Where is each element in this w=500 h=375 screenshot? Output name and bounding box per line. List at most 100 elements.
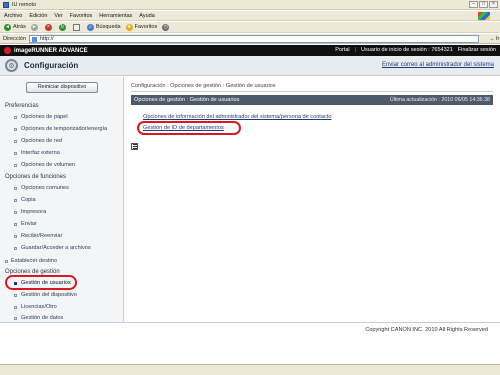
highlight-oval-user-management <box>5 275 77 290</box>
section-title: Opciones de gestión : Gestión de usuario… <box>134 97 240 103</box>
sidebar-item-send[interactable]: Enviar <box>14 221 37 227</box>
app-header: imageRUNNER ADVANCE Portal | Usuario de … <box>0 45 500 56</box>
sidebar-item-timer-energy[interactable]: Opciones de temporizador/energía <box>14 126 107 132</box>
menu-bar: Archivo Edición Ver Favoritos Herramient… <box>0 11 500 21</box>
canon-logo-icon <box>4 47 11 54</box>
menu-ver[interactable]: Ver <box>54 13 62 19</box>
search-icon: ⌕ <box>86 23 94 31</box>
stop-button[interactable]: × <box>44 23 54 31</box>
history-icon: ◷ <box>162 23 170 31</box>
sidebar-item-label: Opciones de temporizador/energía <box>21 126 108 132</box>
page-title: Configuración <box>24 61 79 70</box>
menu-edicion[interactable]: Edición <box>29 13 47 19</box>
browser-toolbar: ◄ Atrás ► × ↻ ⌕ Búsqueda ★ Favoritos ◷ <box>0 22 500 33</box>
history-button[interactable]: ◷ <box>162 23 171 31</box>
sidebar-item-establish-destination[interactable]: Establecer destino <box>5 258 57 264</box>
sidebar: Reiniciar dispositivo Preferencias Opcio… <box>0 77 124 322</box>
sidebar-item-volume[interactable]: Opciones de volumen <box>14 162 75 168</box>
sidebar-item-copy[interactable]: Copia <box>14 197 36 203</box>
close-button[interactable]: × <box>489 1 498 8</box>
menu-archivo[interactable]: Archivo <box>4 13 22 19</box>
last-update: Última actualización : 2010 06/05 14:36:… <box>389 97 490 103</box>
page-footer: Copyright CANON INC. 2010 All Rights Res… <box>0 322 500 336</box>
bullet-icon <box>14 151 17 155</box>
forward-arrow-icon: ► <box>30 23 38 31</box>
sidebar-item-data-management[interactable]: Gestión de datos <box>14 315 63 321</box>
sidebar-item-label: Licencias/Otro <box>21 304 57 310</box>
logout-link[interactable]: Finalizar sesión <box>458 47 496 53</box>
list-toggle-icon[interactable] <box>131 143 138 150</box>
sidebar-item-label: Guardar/Acceder a archivos <box>21 245 91 251</box>
search-label: Búsqueda <box>95 24 121 30</box>
browser-statusbar <box>0 364 500 375</box>
sidebar-item-receive-forward[interactable]: Recibir/Reenviar <box>14 233 62 239</box>
sidebar-item-licenses[interactable]: Licencias/Otro <box>14 304 57 310</box>
go-button[interactable]: → Ir <box>489 36 499 42</box>
bullet-icon <box>14 246 17 250</box>
bullet-icon <box>14 210 17 214</box>
address-bar: Dirección http:// → Ir <box>0 34 500 44</box>
sidebar-item-label: Opciones comunes <box>21 185 69 191</box>
sidebar-section-functions: Opciones de funciones <box>5 174 67 180</box>
go-label: Ir <box>495 35 500 42</box>
login-user-info: Usuario de inicio de sesión : 7654321 <box>361 47 453 53</box>
url-input[interactable]: http:// <box>28 34 479 43</box>
stop-icon: × <box>44 23 52 31</box>
sidebar-item-label: Recibir/Reenviar <box>21 233 63 239</box>
favorites-button[interactable]: ★ Favoritos <box>125 23 158 31</box>
sidebar-item-paper[interactable]: Opciones de papel <box>14 114 68 120</box>
window-titlebar: IU remoto – □ × <box>0 0 500 10</box>
sidebar-item-label: Opciones de red <box>21 138 63 144</box>
sidebar-item-label: Opciones de papel <box>21 114 68 120</box>
sidebar-item-common[interactable]: Opciones comunes <box>14 185 69 191</box>
url-text: http:// <box>39 35 54 42</box>
address-label: Dirección <box>3 35 26 42</box>
refresh-button[interactable]: ↻ <box>58 23 68 31</box>
bullet-icon <box>14 163 17 167</box>
main-content: Configuración : Opciones de gestión : Ge… <box>125 77 500 322</box>
back-arrow-icon: ◄ <box>4 23 11 31</box>
config-header: ⚙ Configuración Enviar correo al adminis… <box>0 56 500 76</box>
portal-link[interactable]: Portal <box>335 47 349 53</box>
bullet-icon <box>14 198 17 202</box>
sidebar-item-network[interactable]: Opciones de red <box>14 138 62 144</box>
bullet-icon <box>14 222 17 226</box>
sidebar-item-store-access[interactable]: Guardar/Acceder a archivos <box>14 245 91 251</box>
sidebar-section-preferences: Preferencias <box>5 103 39 109</box>
email-admin-link[interactable]: Enviar correo al administrador del siste… <box>382 62 494 68</box>
menu-ayuda[interactable]: Ayuda <box>139 13 155 19</box>
back-button[interactable]: ◄ Atrás <box>4 23 26 31</box>
favorites-label: Favoritos <box>134 24 158 30</box>
bullet-icon <box>5 259 8 263</box>
forward-button[interactable]: ► <box>30 23 40 31</box>
back-label: Atrás <box>13 24 26 30</box>
menu-favoritos[interactable]: Favoritos <box>70 13 93 19</box>
settings-gear-icon: ⚙ <box>5 59 18 72</box>
section-header: Opciones de gestión : Gestión de usuario… <box>131 95 493 105</box>
sidebar-item-printer[interactable]: Impresora <box>14 209 46 215</box>
menu-herramientas[interactable]: Herramientas <box>99 13 132 19</box>
admin-contact-settings-link[interactable]: Opciones de información del administrado… <box>143 114 331 120</box>
sidebar-item-label: Copia <box>21 197 36 203</box>
bullet-icon <box>14 293 17 297</box>
restart-device-button[interactable]: Reiniciar dispositivo <box>26 82 98 93</box>
breadcrumb: Configuración : Opciones de gestión : Ge… <box>131 83 276 89</box>
windows-logo-icon <box>478 12 490 20</box>
home-button[interactable] <box>72 23 82 31</box>
bullet-icon <box>14 305 17 309</box>
browser-icon <box>3 1 9 8</box>
refresh-icon: ↻ <box>58 23 66 31</box>
sidebar-item-device-management[interactable]: Gestión del dispositivo <box>14 292 77 298</box>
sidebar-item-label: Gestión del dispositivo <box>21 292 77 298</box>
sidebar-item-external-interface[interactable]: Interfaz externa <box>14 150 60 156</box>
sidebar-item-label: Establecer destino <box>11 258 58 264</box>
brand-name: imageRUNNER ADVANCE <box>14 47 88 54</box>
bullet-icon <box>14 316 17 320</box>
star-icon: ★ <box>125 23 133 31</box>
bullet-icon <box>14 139 17 143</box>
divider <box>131 91 493 92</box>
minimize-button[interactable]: – <box>469 1 478 8</box>
copyright-text: Copyright CANON INC. 2010 All Rights Res… <box>365 327 488 333</box>
maximize-button[interactable]: □ <box>479 1 488 8</box>
search-button[interactable]: ⌕ Búsqueda <box>86 23 121 31</box>
